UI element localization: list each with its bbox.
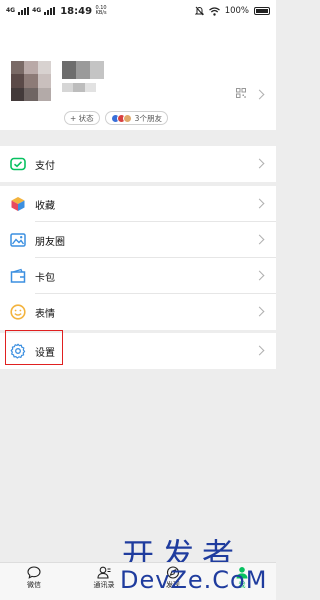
signal-bars-icon bbox=[44, 7, 56, 15]
tab-label: 微信 bbox=[27, 581, 41, 589]
chevron-right-icon bbox=[254, 345, 265, 356]
chevron-right-icon bbox=[254, 198, 265, 209]
profile-header[interactable]: + 状态 3个朋友 bbox=[0, 22, 276, 130]
menu-item-label: 支付 bbox=[35, 160, 55, 172]
menu-item-cards[interactable]: 卡包 bbox=[0, 258, 276, 294]
qr-code-icon[interactable] bbox=[236, 88, 246, 98]
chevron-right-icon bbox=[254, 306, 265, 317]
mute-icon bbox=[194, 6, 204, 16]
signal-bars-icon bbox=[18, 7, 30, 15]
status-bar-right: 100% bbox=[194, 6, 270, 16]
status-chip-label: + 状态 bbox=[70, 113, 94, 123]
chevron-right-icon bbox=[254, 158, 265, 169]
favorites-icon bbox=[11, 197, 25, 211]
battery-percent: 100% bbox=[224, 6, 249, 16]
chat-bubble-icon bbox=[27, 566, 41, 579]
menu-item-stickers[interactable]: 表情 bbox=[0, 294, 276, 330]
sticker-smiley-icon bbox=[10, 304, 26, 320]
moments-icon bbox=[10, 233, 26, 247]
tab-label: 通讯录 bbox=[93, 581, 115, 589]
signal-label-1: 4G bbox=[6, 7, 16, 14]
tab-chats[interactable]: 微信 bbox=[14, 566, 54, 600]
tab-contacts[interactable]: 通讯录 bbox=[84, 566, 124, 600]
menu-item-label: 卡包 bbox=[35, 272, 55, 284]
menu-item-favorites[interactable]: 收藏 bbox=[0, 186, 276, 222]
profile-chips: + 状态 3个朋友 bbox=[64, 111, 168, 125]
status-chip[interactable]: + 状态 bbox=[64, 111, 100, 125]
friends-status-chip[interactable]: 3个朋友 bbox=[104, 111, 168, 125]
profile-chevron-icon bbox=[254, 89, 265, 100]
nickname-blurred bbox=[62, 61, 104, 79]
signal-label-2: 4G bbox=[32, 7, 42, 14]
battery-icon bbox=[254, 7, 270, 15]
chevron-right-icon bbox=[254, 234, 265, 245]
friends-chip-label: 3个朋友 bbox=[134, 113, 162, 123]
clock: 18:49 bbox=[60, 5, 93, 17]
status-bar-left: 4G 4G 18:49 0.10 KB/s bbox=[6, 6, 107, 17]
network-speed: 0.10 KB/s bbox=[95, 5, 107, 16]
pay-icon bbox=[10, 157, 26, 171]
menu-item-label: 朋友圈 bbox=[35, 236, 65, 248]
status-bar: 4G 4G 18:49 0.10 KB/s 100% bbox=[0, 0, 276, 22]
card-wallet-icon bbox=[10, 268, 26, 283]
menu-item-label: 收藏 bbox=[35, 200, 55, 212]
menu-item-label: 表情 bbox=[35, 308, 55, 320]
watermark-site: DevZe.CoM bbox=[120, 566, 268, 594]
contacts-icon bbox=[97, 566, 111, 579]
wifi-icon bbox=[208, 6, 220, 16]
friend-avatars-icon bbox=[110, 113, 132, 123]
chevron-right-icon bbox=[254, 270, 265, 281]
menu-item-pay[interactable]: 支付 bbox=[0, 146, 276, 182]
settings-highlight-box bbox=[5, 330, 63, 365]
wechat-id-blurred bbox=[62, 83, 96, 92]
avatar[interactable] bbox=[11, 61, 51, 101]
menu-item-moments[interactable]: 朋友圈 bbox=[0, 222, 276, 258]
